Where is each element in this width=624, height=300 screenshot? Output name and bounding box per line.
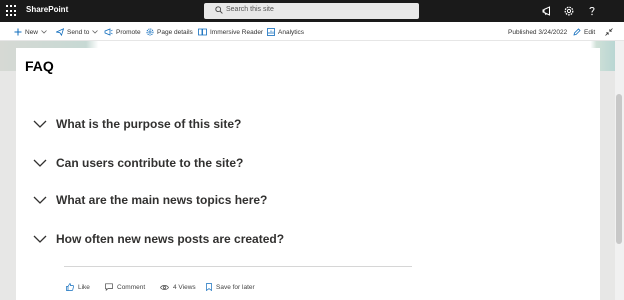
search-icon: [215, 6, 223, 14]
edit-button[interactable]: Edit: [573, 27, 595, 37]
promote-label: Promote: [116, 28, 141, 36]
faq-question[interactable]: How often new news posts are created?: [56, 232, 284, 246]
faq-item[interactable]: How often new news posts are created?: [33, 232, 284, 246]
comment-label: Comment: [117, 283, 146, 291]
command-bar: New Send to Promote Page details Immersi…: [0, 22, 624, 41]
like-icon: [66, 283, 74, 291]
promote-button[interactable]: Promote: [104, 27, 141, 37]
search-input[interactable]: Search this site: [226, 6, 274, 13]
faq-question[interactable]: What is the purpose of this site?: [56, 117, 241, 131]
analytics-icon: [267, 28, 275, 36]
views-label: 4 Views: [173, 283, 196, 291]
scrollbar-thumb[interactable]: [616, 94, 622, 244]
save-for-later-button[interactable]: Save for later: [206, 282, 255, 292]
immersive-reader-icon: [198, 28, 207, 36]
eye-icon: [160, 284, 169, 290]
divider: [64, 266, 412, 267]
gear-icon[interactable]: [562, 4, 576, 18]
page-canvas: [16, 48, 600, 300]
faq-question[interactable]: Can users contribute to the site?: [56, 156, 243, 170]
edit-label: Edit: [584, 28, 596, 36]
page-details-button[interactable]: Page details: [146, 27, 193, 37]
faq-item[interactable]: Can users contribute to the site?: [33, 156, 243, 170]
chevron-down-icon: [33, 235, 47, 243]
comment-button[interactable]: Comment: [105, 282, 145, 292]
collapse-icon: [605, 28, 613, 36]
published-status: Published 3/24/2022: [508, 27, 567, 37]
search-box[interactable]: Search this site: [204, 3, 419, 19]
immersive-reader-label: Immersive Reader: [210, 28, 264, 36]
suite-bar: SharePoint Search this site: [0, 0, 624, 22]
new-button[interactable]: New: [14, 27, 47, 37]
app-name[interactable]: SharePoint: [26, 5, 68, 14]
faq-item[interactable]: What are the main news topics here?: [33, 193, 267, 207]
send-to-button[interactable]: Send to: [56, 27, 99, 37]
analytics-label: Analytics: [278, 28, 305, 36]
page-details-icon: [146, 28, 154, 36]
save-for-later-label: Save for later: [216, 283, 255, 291]
new-label: New: [25, 28, 39, 36]
promote-icon: [104, 28, 113, 36]
chevron-down-icon: [41, 30, 47, 34]
waffle-icon[interactable]: [6, 5, 18, 17]
page-details-label: Page details: [157, 28, 193, 36]
immersive-reader-button[interactable]: Immersive Reader: [198, 27, 263, 37]
chevron-down-icon: [33, 120, 47, 128]
faq-item[interactable]: What is the purpose of this site?: [33, 117, 241, 131]
views-count: 4 Views: [160, 282, 196, 292]
plus-icon: [14, 28, 22, 36]
comment-icon: [105, 283, 113, 291]
chevron-down-icon: [92, 30, 99, 34]
send-to-label: Send to: [67, 28, 90, 36]
page-title: FAQ: [25, 58, 54, 74]
like-label: Like: [78, 283, 90, 291]
collapse-button[interactable]: [605, 27, 616, 37]
help-icon[interactable]: [585, 4, 599, 18]
chevron-down-icon: [33, 196, 47, 204]
faq-question[interactable]: What are the main news topics here?: [56, 193, 267, 207]
published-label: Published 3/24/2022: [508, 28, 568, 36]
chevron-down-icon: [33, 159, 47, 167]
pencil-icon: [573, 28, 581, 36]
megaphone-icon[interactable]: [541, 4, 555, 18]
send-icon: [56, 28, 64, 36]
analytics-button[interactable]: Analytics: [267, 27, 304, 37]
bookmark-icon: [206, 283, 212, 291]
like-button[interactable]: Like: [66, 282, 90, 292]
